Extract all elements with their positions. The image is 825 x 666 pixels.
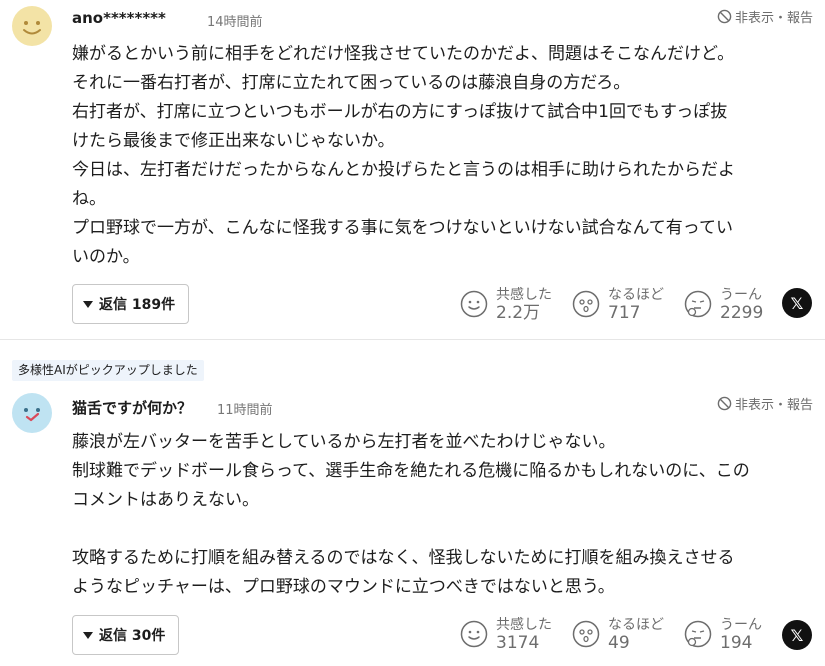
x-share-button[interactable]: 𝕏 [782,620,812,650]
block-icon [717,9,732,24]
reaction-count: 49 [608,633,630,653]
comment-line: それに一番右打者が、打席に立たれて困っているのは藤浪自身の方だろ。 [72,73,631,93]
cat-face-icon [12,393,52,433]
hide-report-link[interactable]: 非表示・報告 [717,7,813,26]
user-name[interactable]: ano******** [72,9,166,27]
empathy-icon [460,290,488,318]
replies-toggle-button[interactable]: 返信 30件 [72,615,179,655]
reaction-label: なるほど [608,617,664,633]
replies-label: 返信 189件 [99,297,176,313]
hide-report-label: 非表示・報告 [734,11,813,26]
comment-line: コメントはありえない。 [72,490,259,510]
comment-line: 攻略するために打順を組み替えるのではなく、怪我しないために打順を組み換えさせる [72,548,735,568]
comment-line: けたら最後まで修正出来ないじゃないか。 [72,131,395,151]
empathy-button[interactable]: 共感した 2.2万 [460,284,572,324]
smile-face-icon [12,6,52,46]
hmm-button[interactable]: うーん 2299 [684,284,796,324]
comment-card: ano******** 14時間前 非表示・報告 嫌がるとかいう前に相手をどれだ… [0,0,825,340]
caret-down-icon [83,300,93,308]
reaction-count: 2299 [720,303,764,323]
hmm-button[interactable]: うーん 194 [684,614,796,654]
insight-icon [572,620,600,648]
x-icon: 𝕏 [790,625,804,645]
empathy-icon [460,620,488,648]
comment-line: 今日は、左打者だけだったからなんとか投げらたと言うのは相手に助けられたからだよ [72,160,735,180]
comment-line: 制球難でデッドボール食らって、選手生命を絶たれる危機に陥るかもしれないのに、この [72,461,750,481]
replies-label: 返信 30件 [99,628,166,644]
avatar[interactable] [12,393,52,433]
x-icon: 𝕏 [790,293,804,313]
reaction-count: 717 [608,303,641,323]
caret-down-icon [83,631,93,639]
comment-line: 嫌がるとかいう前に相手をどれだけ怪我させていたのかだよ、問題はそこなんだけど。 [72,44,735,64]
reaction-count: 2.2万 [496,303,541,323]
replies-toggle-button[interactable]: 返信 189件 [72,284,189,324]
block-icon [717,396,732,411]
comment-line: プロ野球で一方が、こんなに怪我する事に気をつけないといけない試合なんて有ってい [72,218,733,238]
comment-card: 猫舌ですが何か？ 11時間前 非表示・報告 藤浪が左バッターを苦手としているから… [0,352,825,666]
avatar[interactable] [12,6,52,46]
divider [0,339,825,340]
reaction-label: 共感した [496,617,552,633]
empathy-button[interactable]: 共感した 3174 [460,614,572,654]
post-time: 11時間前 [217,403,273,418]
reaction-bar: 共感した 3174 なるほど 49 うーん 194 [460,614,796,654]
insight-icon [572,290,600,318]
insight-button[interactable]: なるほど 717 [572,284,684,324]
hmm-icon [684,290,712,318]
post-time: 14時間前 [207,15,263,30]
comment-line: 右打者が、打席に立つといつもボールが右の方にすっぽ抜けて試合中1回でもすっぽ抜 [72,102,728,122]
comment-line: 藤浪が左バッターを苦手としているから左打者を並べたわけじゃない。 [72,432,616,452]
insight-button[interactable]: なるほど 49 [572,614,684,654]
reaction-count: 194 [720,633,753,653]
comment-body: 嫌がるとかいう前に相手をどれだけ怪我させていたのかだよ、問題はそこなんだけど。 … [72,40,812,272]
comment-body: 藤浪が左バッターを苦手としているから左打者を並べたわけじゃない。 制球難でデッド… [72,428,812,602]
comment-line: ね。 [72,189,106,209]
hide-report-label: 非表示・報告 [734,398,813,413]
user-name[interactable]: 猫舌ですが何か？ [72,397,192,418]
reaction-label: うーん [720,617,762,633]
x-share-button[interactable]: 𝕏 [782,288,812,318]
reaction-count: 3174 [496,633,540,653]
hide-report-link[interactable]: 非表示・報告 [717,394,813,413]
comment-line [72,515,812,544]
comment-line: いのか。 [72,247,140,267]
comment-line: ようなピッチャーは、プロ野球のマウンドに立つべきではないと思う。 [72,577,615,597]
reaction-label: うーん [720,287,762,303]
hmm-icon [684,620,712,648]
reaction-label: なるほど [608,287,664,303]
reaction-bar: 共感した 2.2万 なるほど 717 うーん 2299 [460,284,796,324]
reaction-label: 共感した [496,287,552,303]
